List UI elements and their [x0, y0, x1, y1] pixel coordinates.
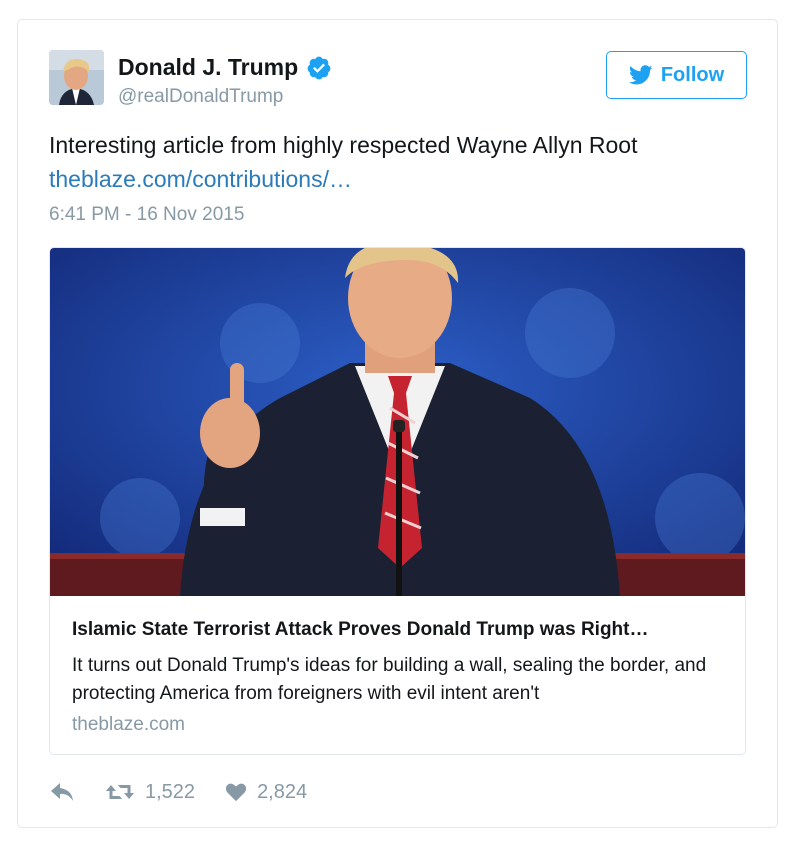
retweet-icon: [106, 785, 134, 799]
twitter-bird-icon: [628, 65, 653, 85]
like-button[interactable]: 2,824: [225, 781, 307, 804]
reply-icon: [51, 783, 73, 801]
reply-button[interactable]: [49, 781, 105, 803]
tweet-text: Interesting article from highly respecte…: [49, 132, 638, 158]
avatar[interactable]: [49, 50, 104, 105]
card-image: [50, 248, 745, 596]
tweet-link[interactable]: theblaze.com/contributions/…: [49, 166, 352, 193]
retweet-button[interactable]: 1,522: [105, 781, 195, 804]
user-handle[interactable]: @realDonaldTrump: [118, 86, 283, 108]
link-card[interactable]: Islamic State Terrorist Attack Proves Do…: [49, 247, 746, 755]
retweet-count: 1,522: [145, 780, 196, 803]
card-description: It turns out Donald Trump's ideas for bu…: [72, 655, 707, 704]
follow-button[interactable]: Follow: [606, 51, 747, 99]
like-count: 2,824: [257, 780, 308, 803]
tweet-timestamp[interactable]: 6:41 PM - 16 Nov 2015: [49, 204, 244, 226]
tweet-embed: Donald J. Trump @realDonaldTrump Follow …: [17, 19, 778, 828]
card-title: Islamic State Terrorist Attack Proves Do…: [72, 619, 649, 640]
heart-icon: [225, 783, 247, 802]
tweet-actions: 1,522 2,824: [49, 778, 307, 806]
display-name[interactable]: Donald J. Trump: [118, 54, 298, 81]
follow-label: Follow: [660, 63, 725, 86]
verified-badge-icon: [306, 55, 332, 81]
card-domain: theblaze.com: [72, 714, 186, 735]
